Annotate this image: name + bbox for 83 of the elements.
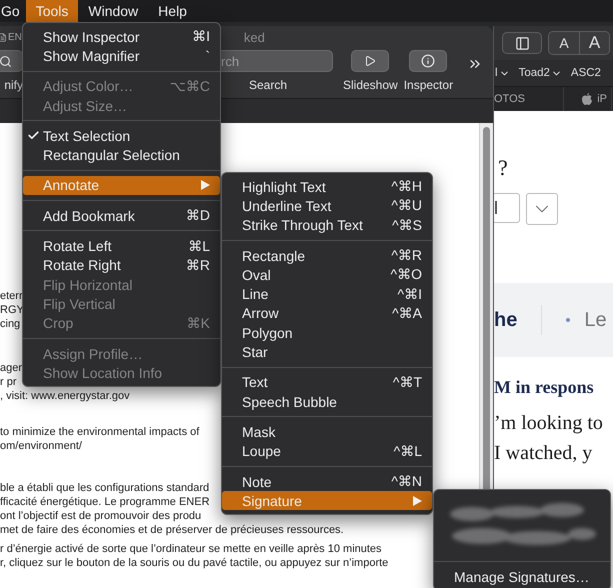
menu-bar-item[interactable]: Window <box>78 0 148 22</box>
select-field[interactable]: l <box>494 193 520 223</box>
menu-item[interactable]: Speech Bubble <box>222 392 432 412</box>
shortcut-label: ^⌘S <box>392 216 422 234</box>
document-text: ble a établi que les configurations standard <box>0 481 210 495</box>
document-text: eterr <box>0 289 23 303</box>
play-icon <box>364 55 376 67</box>
menu-item[interactable]: Rectangle ^⌘R <box>222 246 432 266</box>
nav-link[interactable]: he <box>494 308 518 332</box>
menu-item[interactable]: Add Bookmark ⌘D <box>23 206 220 226</box>
menu-item[interactable]: Loupe ^⌘L <box>222 442 432 461</box>
menu-item[interactable]: Mask <box>222 422 432 442</box>
menu-item[interactable]: Star <box>222 342 432 362</box>
shortcut-label: ` <box>205 48 210 64</box>
shortcut-label: ⌘R <box>186 256 210 274</box>
toolbar-label: Slideshow <box>343 78 398 92</box>
document-text: to minimize the environmental impacts of <box>0 425 200 439</box>
browser-tab[interactable]: OTOS <box>494 87 564 111</box>
window-title: EN <box>8 32 22 42</box>
slideshow-button[interactable] <box>351 50 390 72</box>
menu-item[interactable]: Text Selection <box>23 126 220 146</box>
window-title: ked <box>244 30 265 44</box>
shortcut-label: ⌘I <box>192 28 210 46</box>
shortcut-label: ⌥⌘C <box>170 78 210 95</box>
sidebar-button[interactable] <box>502 32 542 54</box>
menu-bar-item[interactable]: Go <box>0 0 26 22</box>
menu-item[interactable]: Strike Through Text ^⌘S <box>222 216 432 235</box>
toolbar-label: Inspector <box>404 78 454 92</box>
bookmark[interactable]: ASC2 <box>570 67 601 79</box>
menu-item[interactable]: Line ^⌘I <box>222 284 432 304</box>
menu-item[interactable]: Rotate Right ⌘R <box>23 256 220 275</box>
shortcut-label: ⌘D <box>186 207 210 224</box>
menu-item[interactable]: Highlight Text ^⌘H <box>222 177 432 196</box>
menu-item[interactable]: Arrow ^⌘A <box>222 304 432 324</box>
article-text: I watched, y <box>494 441 592 466</box>
shortcut-label: ^⌘T <box>392 374 422 391</box>
shortcut-label: ⌘K <box>186 314 210 332</box>
document-text: met de faire des économies et de préserver de précieuses ressources. <box>0 523 344 537</box>
menu-bar-item[interactable]: Help <box>148 0 197 22</box>
shortcut-label: ^⌘U <box>391 197 422 214</box>
question-text: ? <box>498 155 508 181</box>
document-text: ont l’objectif est de promouvoir des produ <box>0 509 202 523</box>
article-heading: M in respons <box>494 377 594 398</box>
article-text: ’m looking to <box>494 411 603 436</box>
shortcut-label: ^⌘I <box>398 286 422 303</box>
menu-item[interactable]: Manage Signatures… <box>434 567 610 586</box>
document-text: , visit: www.energystar.gov <box>0 389 130 403</box>
shortcut-label: ^⌘L <box>394 442 422 460</box>
shortcut-label: ^⌘A <box>392 304 422 322</box>
nav-link[interactable]: Le <box>566 308 607 332</box>
sidebar-icon <box>514 36 530 50</box>
info-icon <box>421 54 436 68</box>
menu-item[interactable]: Note ^⌘N <box>222 472 432 492</box>
shortcut-label: ⌘L <box>188 238 210 255</box>
menu-item[interactable]: Polygon <box>222 323 432 342</box>
shortcut-label: ^⌘R <box>391 247 422 264</box>
toolbar-label: Search <box>248 78 288 92</box>
document-text: r, cliquez sur le bouton de la souris ou du pavé tactile, ou appuyez sur n’importe <box>0 556 388 570</box>
menu-item[interactable]: Oval ^⌘O <box>222 265 432 284</box>
toolbar-label: nify <box>4 78 23 92</box>
document-text: om/environment/ <box>0 439 82 453</box>
menu-item[interactable]: Rectangular Selection <box>23 145 220 165</box>
shortcut-label: ^⌘N <box>391 473 422 490</box>
document-text: cing <box>0 317 20 331</box>
document-icon <box>0 32 7 42</box>
menu-item[interactable]: Underline Text ^⌘U <box>222 196 432 216</box>
shortcut-label: ^⌘O <box>390 266 422 284</box>
menu-item[interactable]: Rotate Left ⌘L <box>23 236 220 256</box>
document-text: ager <box>0 361 22 375</box>
text-size-button[interactable]: A <box>549 32 579 54</box>
menu-item[interactable]: Show Inspector ⌘I <box>23 27 220 46</box>
bookmark[interactable]: Toad2 <box>518 67 562 79</box>
inspector-button[interactable] <box>409 50 448 72</box>
document-text: r pr <box>0 375 16 389</box>
magnifier-icon <box>0 54 12 68</box>
bookmark[interactable]: l <box>495 67 510 79</box>
shortcut-label: ^⌘H <box>391 178 422 196</box>
document-text: r d’énergie activé de sorte que l’ordinateur se mette en veille après 10 minutes <box>0 542 382 556</box>
text-size-button[interactable]: A <box>579 32 609 54</box>
browser-tab[interactable]: iP <box>564 87 612 111</box>
menu-item[interactable]: Text ^⌘T <box>222 372 432 392</box>
document-text: fficacité énergétique. Le programme ENER <box>0 495 210 509</box>
document-text: RGY <box>0 303 24 317</box>
